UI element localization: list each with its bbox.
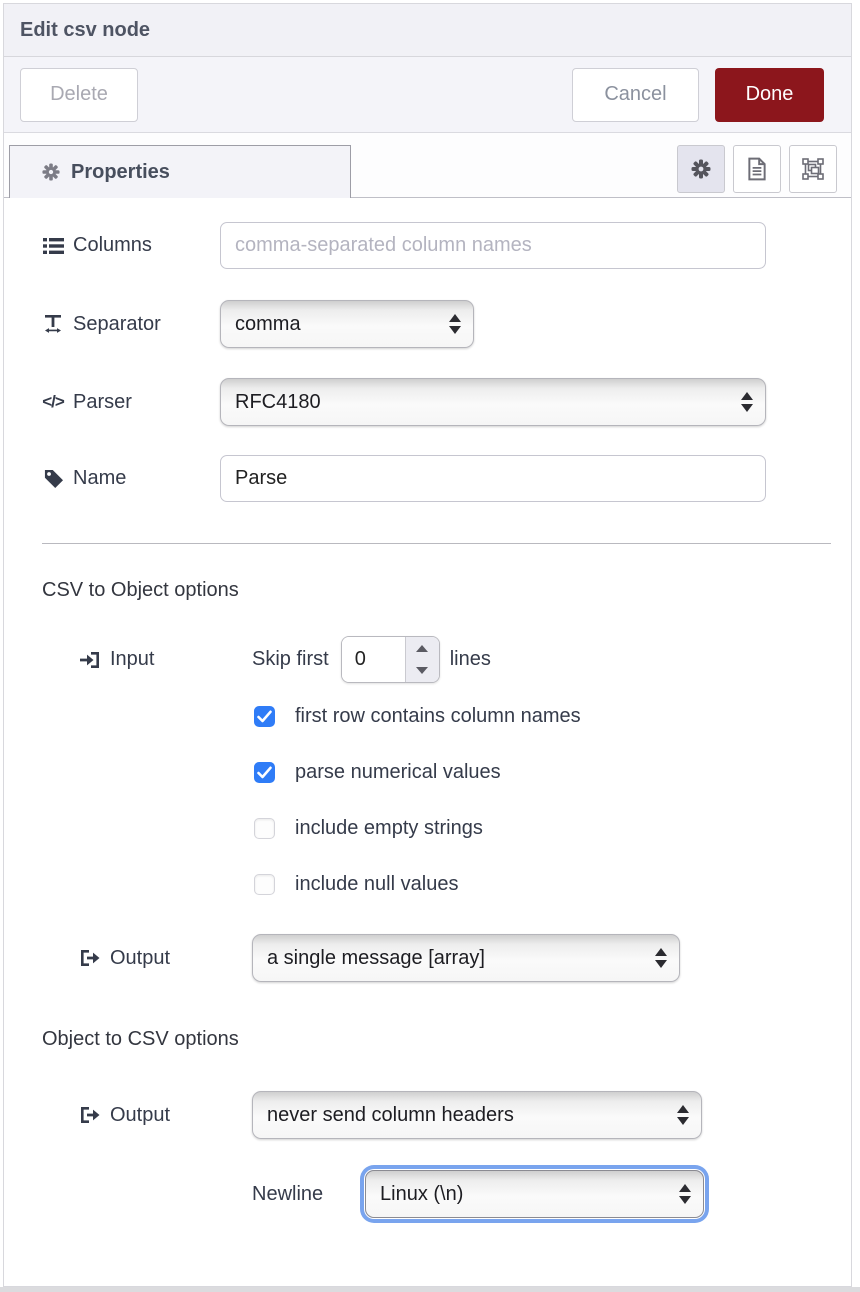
properties-tab-button[interactable]	[677, 145, 725, 193]
checkbox-row: first row contains column names	[254, 705, 851, 728]
tab-properties-label: Properties	[71, 161, 170, 184]
obj-output-select-value: never send column headers	[267, 1104, 514, 1127]
text-width-icon	[42, 313, 64, 335]
code-icon: </>	[42, 391, 64, 413]
parser-row: </> Parser RFC4180	[42, 378, 851, 426]
checkmark-icon	[257, 766, 272, 779]
dialog-header: Edit csv node	[4, 4, 851, 57]
newline-row: Newline Linux (\n)	[42, 1170, 851, 1218]
include-empty-strings-checkbox[interactable]	[254, 818, 275, 839]
dialog-action-bar: Delete Cancel Done	[4, 57, 851, 133]
newline-select-value: Linux (\n)	[380, 1183, 463, 1206]
input-label: Input	[79, 648, 252, 671]
stepper-down-button[interactable]	[406, 660, 439, 683]
name-label: Name	[42, 467, 220, 490]
include-null-values-checkbox[interactable]	[254, 874, 275, 895]
parse-numerical-checkbox[interactable]	[254, 762, 275, 783]
checkbox-row: include null values	[254, 873, 851, 896]
parser-label: </> Parser	[42, 391, 220, 414]
dialog-title: Edit csv node	[20, 19, 150, 42]
object-to-csv-heading: Object to CSV options	[42, 1028, 851, 1051]
csv-output-row: Output a single message [array]	[42, 934, 851, 982]
list-icon	[42, 235, 64, 257]
checkbox-label[interactable]: parse numerical values	[295, 761, 501, 784]
newline-label: Newline	[252, 1183, 365, 1206]
stepper-buttons	[405, 637, 439, 682]
delete-button[interactable]: Delete	[20, 68, 138, 122]
tab-icon-buttons	[677, 145, 837, 193]
separator-select-value: comma	[235, 313, 301, 336]
lines-text: lines	[450, 648, 491, 671]
skip-lines-input[interactable]	[342, 637, 405, 682]
sign-out-icon	[79, 947, 101, 969]
done-button[interactable]: Done	[715, 68, 824, 122]
sign-out-icon	[79, 1104, 101, 1126]
stepper-up-button[interactable]	[406, 637, 439, 660]
output-label: Output	[79, 1104, 252, 1127]
separator-row: Separator comma	[42, 300, 851, 348]
first-row-checkbox[interactable]	[254, 706, 275, 727]
skip-lines-stepper	[341, 636, 440, 683]
appearance-icon	[802, 158, 824, 180]
select-arrows-icon	[677, 1105, 689, 1125]
columns-label: Columns	[42, 234, 220, 257]
skip-first-text: Skip first	[252, 648, 329, 671]
input-options-row: Input Skip first lines	[42, 636, 851, 683]
columns-input[interactable]	[220, 222, 766, 269]
obj-output-select[interactable]: never send column headers	[252, 1091, 702, 1139]
edit-csv-node-dialog: Edit csv node Delete Cancel Done Propert…	[3, 3, 852, 1287]
gear-icon	[690, 158, 712, 180]
checkbox-label[interactable]: include empty strings	[295, 817, 483, 840]
dialog-bottom-edge[interactable]	[0, 1287, 860, 1292]
checkbox-label[interactable]: include null values	[295, 873, 458, 896]
columns-row: Columns	[42, 222, 851, 269]
section-divider	[42, 543, 831, 544]
newline-select[interactable]: Linux (\n)	[365, 1170, 704, 1218]
down-arrow-icon	[416, 667, 428, 674]
tab-bar: Properties	[4, 133, 851, 198]
tab-properties[interactable]: Properties	[9, 145, 351, 198]
checkbox-row: include empty strings	[254, 817, 851, 840]
name-input[interactable]	[220, 455, 766, 502]
separator-label: Separator	[42, 313, 220, 336]
csv-output-select[interactable]: a single message [array]	[252, 934, 680, 982]
document-icon	[746, 158, 768, 180]
properties-panel: Columns Separator comma	[4, 198, 851, 1286]
cancel-button[interactable]: Cancel	[572, 68, 699, 122]
obj-output-row: Output never send column headers	[42, 1091, 851, 1139]
csv-output-select-value: a single message [array]	[267, 947, 485, 970]
select-arrows-icon	[655, 948, 667, 968]
separator-select[interactable]: comma	[220, 300, 474, 348]
select-arrows-icon	[741, 392, 753, 412]
appearance-tab-button[interactable]	[789, 145, 837, 193]
output-label: Output	[79, 947, 252, 970]
csv-to-object-heading: CSV to Object options	[42, 579, 851, 602]
checkbox-label[interactable]: first row contains column names	[295, 705, 581, 728]
name-row: Name	[42, 455, 851, 502]
checkmark-icon	[257, 710, 272, 723]
select-arrows-icon	[679, 1184, 691, 1204]
select-arrows-icon	[449, 314, 461, 334]
parser-select[interactable]: RFC4180	[220, 378, 766, 426]
gear-icon	[40, 161, 62, 183]
tag-icon	[42, 468, 64, 490]
up-arrow-icon	[416, 645, 428, 652]
checkbox-row: parse numerical values	[254, 761, 851, 784]
parser-select-value: RFC4180	[235, 391, 321, 414]
description-tab-button[interactable]	[733, 145, 781, 193]
sign-in-icon	[79, 649, 101, 671]
